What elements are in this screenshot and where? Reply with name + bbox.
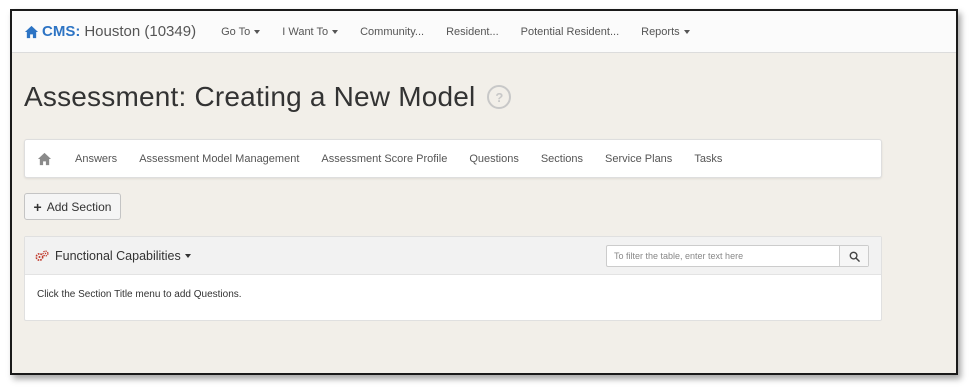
section-panel: Functional Capabilities Click the Sectio… [24, 236, 882, 321]
plus-icon: + [33, 198, 42, 215]
page-title: Assessment: Creating a New Model ? [24, 81, 512, 113]
section-panel-header: Functional Capabilities [25, 237, 881, 275]
search-icon [849, 251, 860, 262]
subnav-item-sections[interactable]: Sections [541, 153, 583, 165]
subnav-item-assessment-model-management[interactable]: Assessment Model Management [139, 153, 299, 165]
community-name: Houston (10349) [84, 23, 197, 40]
section-title-text: Functional Capabilities [55, 248, 181, 263]
caret-down-icon [332, 29, 339, 34]
section-panel-body: Click the Section Title menu to add Ques… [37, 289, 242, 300]
nav-potential-resident[interactable]: Potential Resident... [521, 26, 619, 38]
caret-down-icon [683, 29, 690, 34]
add-section-label: Add Section [46, 199, 112, 214]
cogs-icon [35, 249, 49, 262]
table-filter [606, 245, 869, 267]
nav-resident-label: Resident... [446, 25, 499, 38]
question-circle-icon[interactable]: ? [487, 85, 512, 109]
subnav-item-service-plans[interactable]: Service Plans [605, 153, 672, 165]
subnav-item-answers[interactable]: Answers [75, 153, 117, 165]
nav-i-want-to[interactable]: I Want To [282, 25, 339, 38]
top-navbar: CMS: Houston (10349) Go To I Want To Com… [12, 11, 956, 53]
home-icon [37, 152, 52, 165]
add-section-button[interactable]: + Add Section [24, 193, 121, 220]
nav-community[interactable]: Community... [360, 26, 424, 38]
home-icon [24, 25, 39, 38]
nav-community-label: Community... [360, 25, 425, 38]
nav-potential-resident-label: Potential Resident... [520, 25, 620, 38]
brand-cms-label: CMS: [42, 23, 81, 40]
search-button[interactable] [839, 246, 868, 266]
caret-down-icon [254, 29, 261, 34]
subnav-item-assessment-score-profile[interactable]: Assessment Score Profile [321, 153, 447, 165]
nav-reports[interactable]: Reports [641, 26, 690, 38]
nav-i-want-to-label: I Want To [282, 25, 329, 38]
assessment-subnav: Answers Assessment Model Management Asse… [24, 139, 882, 178]
filter-input[interactable] [607, 246, 839, 266]
subnav-item-questions[interactable]: Questions [469, 153, 519, 165]
nav-go-to[interactable]: Go To [221, 25, 261, 38]
nav-reports-label: Reports [641, 25, 680, 38]
nav-resident[interactable]: Resident... [446, 26, 499, 38]
subnav-item-tasks[interactable]: Tasks [694, 153, 722, 165]
app-window: CMS: Houston (10349) Go To I Want To Com… [10, 9, 958, 375]
nav-go-to-label: Go To [221, 25, 251, 38]
page-title-text: Assessment: Creating a New Model [24, 81, 476, 112]
caret-down-icon [184, 253, 191, 258]
subnav-home-button[interactable] [37, 152, 52, 166]
section-title-menu[interactable]: Functional Capabilities [55, 249, 191, 263]
brand-link[interactable]: CMS: Houston (10349) [24, 23, 196, 40]
